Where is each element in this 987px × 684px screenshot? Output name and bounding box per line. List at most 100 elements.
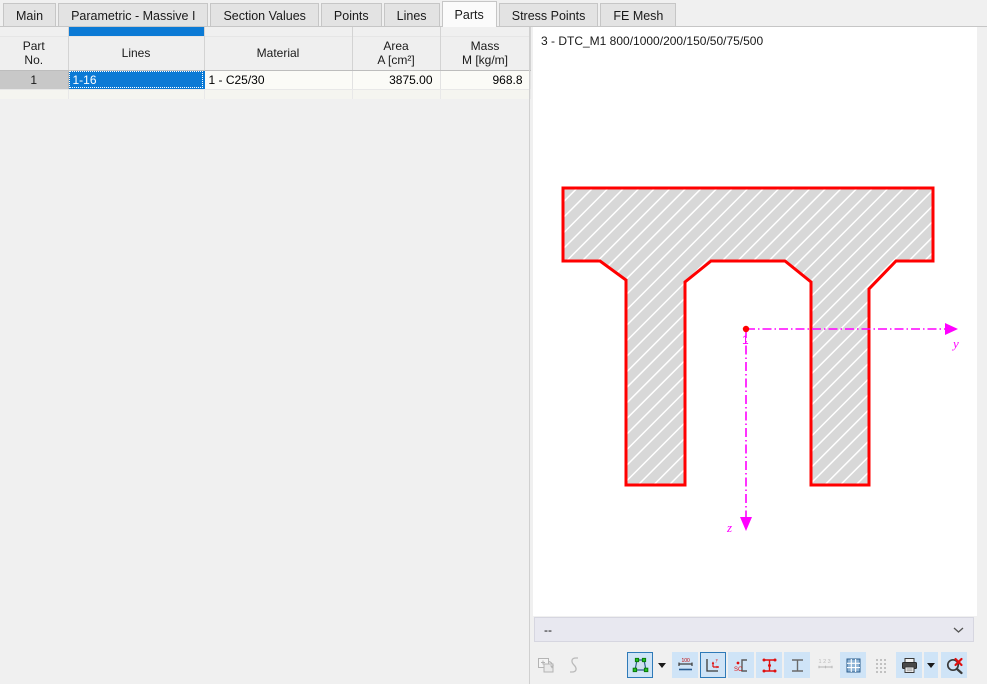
column-selector-lines[interactable]: [68, 27, 205, 36]
tab-section-values[interactable]: Section Values: [210, 3, 319, 27]
tab-label: Stress Points: [511, 9, 586, 23]
section-shape-icon: [632, 657, 648, 672]
show-stress-points-button[interactable]: [756, 652, 782, 678]
show-numbering-button[interactable]: 1 2 3: [812, 652, 838, 678]
column-header-line1: Area: [383, 39, 409, 53]
column-selector-material[interactable]: [204, 27, 353, 36]
column-header-area[interactable]: Area A [cm²]: [352, 35, 441, 71]
tab-strip: Main Parametric - Massive I Section Valu…: [0, 0, 987, 27]
table-panel-divider: [529, 27, 530, 684]
section-properties-window: Main Parametric - Massive I Section Valu…: [0, 0, 987, 684]
cell-lines[interactable]: 1-16: [68, 70, 205, 90]
show-section-dropdown[interactable]: [655, 652, 669, 678]
column-selector-part-no[interactable]: [0, 27, 69, 36]
chevron-down-icon: [927, 662, 935, 668]
column-selector-strip[interactable]: [0, 27, 531, 36]
view-selector-value: --: [544, 622, 552, 637]
section-drawing: y z 1: [561, 186, 959, 535]
z-axis-arrowhead: [740, 517, 752, 531]
column-header-material[interactable]: Material: [204, 35, 353, 71]
tab-label: Section Values: [223, 9, 306, 23]
edit-contour-button[interactable]: [561, 652, 587, 678]
tab-label: Main: [16, 9, 44, 23]
print-button[interactable]: [896, 652, 922, 678]
tab-label: FE Mesh: [613, 9, 664, 23]
i-profile-icon: [791, 658, 803, 672]
stress-points-icon: [762, 658, 776, 672]
dimension-icon: 100: [677, 658, 693, 670]
column-header-part-no[interactable]: Part No.: [0, 35, 69, 71]
svg-text:SC: SC: [734, 667, 743, 673]
parts-table-panel: Part No. Lines Material Area A [cm²] Mas…: [0, 27, 531, 684]
y-axis-arrowhead: [945, 323, 958, 335]
show-dimensions-button[interactable]: 100: [672, 652, 698, 678]
empty-cell-area[interactable]: [352, 89, 441, 99]
table-row[interactable]: 1 1-16 1 - C25/30 3875.00 968.8: [0, 70, 531, 90]
cell-mass[interactable]: 968.8: [440, 70, 531, 90]
svg-text:y: y: [715, 658, 718, 663]
column-header-lines[interactable]: Lines: [68, 35, 205, 71]
parts-table[interactable]: Part No. Lines Material Area A [cm²] Mas…: [0, 27, 531, 99]
origin-label: 1: [742, 333, 749, 347]
show-shear-center-button[interactable]: SC: [728, 652, 754, 678]
column-header-mass[interactable]: Mass M [kg/m]: [440, 35, 531, 71]
y-axis-label: y: [951, 336, 959, 351]
column-header-line1: Part: [22, 39, 45, 53]
tab-lines[interactable]: Lines: [383, 3, 440, 27]
grid-mesh-icon: [846, 658, 860, 672]
table-empty-row[interactable]: [0, 89, 531, 99]
svg-text:100: 100: [681, 658, 690, 664]
tab-main[interactable]: Main: [3, 3, 57, 27]
column-header-line2: Material: [256, 46, 300, 60]
shear-center-icon: SC: [734, 658, 747, 673]
tab-label: Lines: [396, 9, 427, 23]
table-header-row: Part No. Lines Material Area A [cm²] Mas…: [0, 35, 531, 71]
column-selector-area[interactable]: [352, 27, 441, 36]
chevron-down-icon: [658, 662, 666, 668]
show-section-button[interactable]: [627, 652, 653, 678]
column-header-line1: Mass: [470, 39, 500, 53]
numbering-icon: 1 2 3: [817, 659, 833, 668]
show-nodes-button[interactable]: [868, 652, 894, 678]
axis-system-icon: y: [705, 658, 719, 672]
svg-text:1 2 3: 1 2 3: [818, 659, 830, 665]
view-selector-combobox[interactable]: --: [534, 617, 974, 642]
z-axis-label: z: [726, 520, 732, 535]
section-canvas[interactable]: 3 - DTC_M1 800/1000/200/150/50/75/500 y …: [533, 27, 977, 616]
print-dropdown[interactable]: [924, 652, 938, 678]
column-selector-mass[interactable]: [440, 27, 531, 36]
tab-fe-mesh[interactable]: FE Mesh: [600, 3, 677, 27]
column-header-line2: A [cm²]: [377, 53, 415, 67]
tab-label: Parts: [454, 8, 484, 22]
show-part-outline-button[interactable]: [784, 652, 810, 678]
chevron-down-icon: [953, 627, 964, 633]
empty-cell-part-no[interactable]: [0, 89, 69, 99]
tab-parts[interactable]: Parts: [441, 1, 497, 27]
view-selector-bar: --: [533, 617, 975, 642]
cell-area[interactable]: 3875.00: [352, 70, 441, 90]
contour-icon: [569, 656, 578, 673]
empty-cell-mass[interactable]: [440, 89, 531, 99]
tab-parametric[interactable]: Parametric - Massive I: [58, 3, 209, 27]
show-fe-mesh-button[interactable]: [840, 652, 866, 678]
reset-zoom-button[interactable]: [941, 652, 967, 678]
import-section-button[interactable]: [533, 652, 559, 678]
cell-material[interactable]: 1 - C25/30: [204, 70, 353, 90]
empty-cell-lines[interactable]: [68, 89, 205, 99]
column-header-line2: M [kg/m]: [461, 53, 508, 67]
table-background: [0, 27, 530, 684]
show-axes-button[interactable]: y: [700, 652, 726, 678]
view-toolbar: 100 y SC 1 2 3: [533, 646, 987, 684]
import-icon: [537, 657, 554, 672]
content-area: Part No. Lines Material Area A [cm²] Mas…: [0, 27, 987, 684]
tab-stress-points[interactable]: Stress Points: [498, 3, 599, 27]
empty-cell-material[interactable]: [204, 89, 353, 99]
printer-icon: [901, 657, 917, 673]
tab-points[interactable]: Points: [320, 3, 382, 27]
tab-label: Points: [333, 9, 369, 23]
dotted-grid-icon: [875, 658, 886, 673]
zoom-reset-icon: [946, 657, 963, 674]
column-header-line2: Lines: [121, 46, 151, 60]
cell-part-no[interactable]: 1: [0, 70, 69, 90]
centroid-marker: [742, 325, 750, 333]
